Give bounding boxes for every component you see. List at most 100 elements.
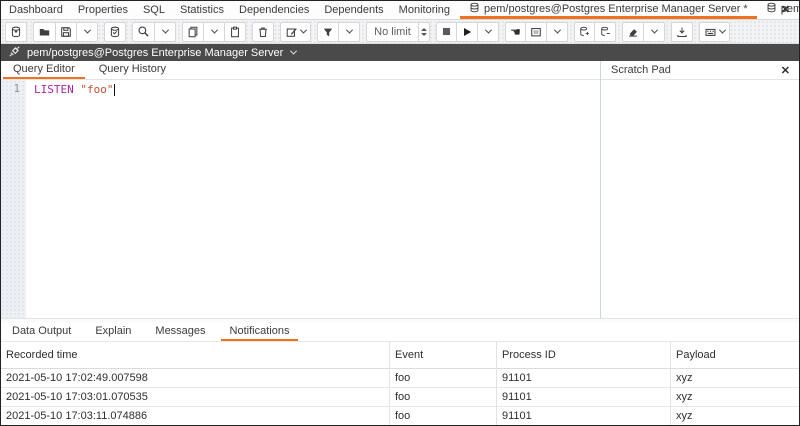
eraser-icon [627, 26, 639, 38]
spinner-icon[interactable] [418, 23, 429, 41]
rollback-button[interactable] [595, 22, 616, 42]
tab-properties[interactable]: Properties [78, 4, 128, 16]
delete-button[interactable] [252, 22, 274, 42]
find-button[interactable] [132, 22, 155, 42]
cell-recorded-time[interactable]: 2021-05-10 17:02:49.007598 [1, 369, 390, 388]
tab-messages[interactable]: Messages [146, 323, 214, 341]
paste-icon [229, 26, 241, 38]
edit-button[interactable] [280, 22, 311, 42]
cell-payload[interactable]: xyz [671, 369, 799, 388]
cell-event[interactable]: foo [390, 407, 497, 426]
chevron-down-icon [210, 27, 217, 34]
chevron-down-icon [719, 27, 726, 34]
cell-recorded-time[interactable]: 2021-05-10 17:03:11.074886 [1, 407, 390, 426]
explain-analyze-button[interactable] [526, 22, 547, 42]
table-row[interactable]: 2021-05-10 17:03:11.074886 foo 91101 xyz [1, 407, 799, 426]
search-icon [137, 25, 150, 38]
cell-recorded-time[interactable]: 2021-05-10 17:03:01.070535 [1, 388, 390, 407]
cell-process-id[interactable]: 91101 [497, 407, 671, 426]
chevron-down-icon [161, 27, 168, 34]
code-line[interactable]: LISTEN "foo" [26, 80, 600, 318]
find-dropdown-button[interactable] [155, 22, 176, 42]
execute-dropdown-button[interactable] [478, 22, 499, 42]
line-number: 1 [14, 83, 20, 95]
chevron-down-icon [345, 27, 352, 34]
clear-button[interactable] [622, 22, 644, 42]
column-header-event[interactable]: Event [390, 342, 497, 369]
database-rollback-icon [600, 26, 611, 37]
copy-button[interactable] [182, 22, 204, 42]
clear-dropdown-button[interactable] [644, 22, 665, 42]
stop-button[interactable] [436, 22, 457, 42]
filter-dropdown-button[interactable] [339, 22, 360, 42]
macro-keyboard-icon [704, 26, 717, 38]
close-icon[interactable]: ✕ [781, 64, 790, 77]
database-check-icon [109, 26, 121, 38]
cell-event[interactable]: foo [390, 369, 497, 388]
sql-keyword: LISTEN [34, 83, 74, 96]
chevron-down-icon [553, 27, 560, 34]
editor-pane: Query Editor Query History 1 LISTEN "foo… [1, 61, 601, 318]
copy-dropdown-button[interactable] [204, 22, 225, 42]
tab-data-output[interactable]: Data Output [3, 323, 80, 341]
tab-query-history[interactable]: Query History [89, 61, 176, 79]
connection-bar[interactable]: pem/postgres@Postgres Enterprise Manager… [1, 44, 799, 61]
column-header-payload[interactable]: Payload [671, 342, 799, 369]
query-tool-button[interactable] [5, 22, 27, 42]
tab-dependents[interactable]: Dependents [324, 4, 383, 16]
paste-button[interactable] [225, 22, 246, 42]
execute-button[interactable] [457, 22, 478, 42]
table-row[interactable]: 2021-05-10 17:03:01.070535 foo 91101 xyz [1, 388, 799, 407]
open-file-button[interactable] [33, 22, 56, 42]
cell-event[interactable]: foo [390, 388, 497, 407]
trash-icon [257, 26, 269, 38]
database-icon [10, 26, 22, 38]
connection-icon [8, 45, 21, 61]
chevron-down-icon [83, 27, 90, 34]
save-button[interactable] [56, 22, 77, 42]
scratch-pad-pane: Scratch Pad ✕ [601, 61, 799, 318]
explain-options-dropdown-button[interactable] [547, 22, 568, 42]
sql-string: "foo" [80, 83, 113, 96]
pencil-square-icon [285, 26, 298, 38]
main-tab-bar: Dashboard Properties SQL Statistics Depe… [1, 1, 799, 20]
filter-button[interactable] [317, 22, 339, 42]
hand-pointer-icon: ☚ [510, 26, 521, 38]
tab-query-tool-inactive[interactable]: pem/postgres... [757, 1, 800, 19]
tab-dashboard[interactable]: Dashboard [9, 4, 63, 16]
tab-sql[interactable]: SQL [143, 4, 165, 16]
cell-payload[interactable]: xyz [671, 388, 799, 407]
tab-notifications[interactable]: Notifications [221, 323, 299, 341]
play-icon [461, 26, 473, 38]
macro-button[interactable] [699, 22, 730, 42]
save-dropdown-button[interactable] [77, 22, 98, 42]
commit-button[interactable] [574, 22, 595, 42]
database-icon [766, 2, 777, 16]
explain-button[interactable]: ☚ [505, 22, 526, 42]
stop-icon [441, 26, 452, 37]
scratch-pad-title: Scratch Pad [611, 64, 671, 76]
output-tabs: Data Output Explain Messages Notificatio… [1, 323, 799, 342]
close-icon[interactable]: ✕ [781, 3, 790, 16]
cell-payload[interactable]: xyz [671, 407, 799, 426]
cell-process-id[interactable]: 91101 [497, 369, 671, 388]
tab-query-editor[interactable]: Query Editor [3, 61, 85, 79]
tab-dependencies[interactable]: Dependencies [239, 4, 309, 16]
cell-process-id[interactable]: 91101 [497, 388, 671, 407]
table-row[interactable]: 2021-05-10 17:02:49.007598 foo 91101 xyz [1, 369, 799, 388]
connection-label: pem/postgres@Postgres Enterprise Manager… [27, 47, 283, 59]
download-csv-button[interactable] [671, 22, 693, 42]
query-tool-window: Dashboard Properties SQL Statistics Depe… [0, 0, 800, 426]
row-limit-select[interactable]: No limit [366, 22, 430, 42]
browser-tabs: Dashboard Properties SQL Statistics Depe… [1, 1, 460, 19]
tab-monitoring[interactable]: Monitoring [399, 4, 450, 16]
column-header-recorded-time[interactable]: Recorded time [1, 342, 390, 369]
scratch-pad-input[interactable] [601, 80, 799, 318]
save-data-changes-button[interactable] [104, 22, 126, 42]
tab-explain[interactable]: Explain [86, 323, 140, 341]
chevron-down-icon [300, 27, 307, 34]
tab-statistics[interactable]: Statistics [180, 4, 224, 16]
tab-query-tool-active[interactable]: pem/postgres@Postgres Enterprise Manager… [460, 1, 757, 19]
column-header-process-id[interactable]: Process ID [497, 342, 671, 369]
sql-editor[interactable]: 1 LISTEN "foo" [1, 80, 600, 318]
